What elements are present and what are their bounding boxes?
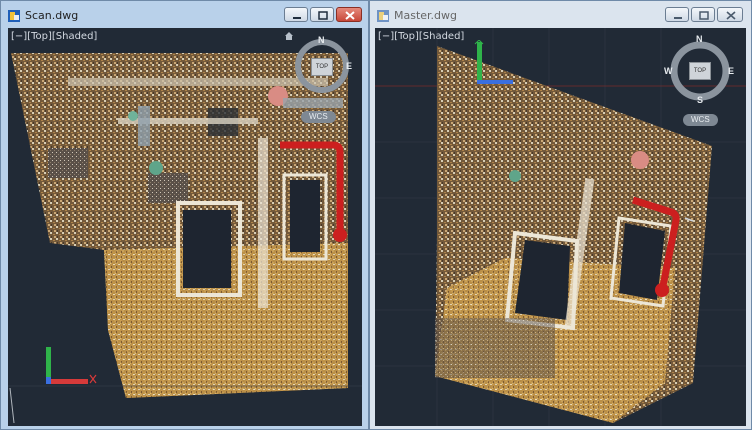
compass-north[interactable]: N [318, 35, 325, 45]
compass-north[interactable]: N [696, 34, 703, 44]
minimize-icon [293, 17, 301, 19]
restore-button[interactable] [691, 7, 715, 22]
close-button[interactable] [717, 7, 743, 22]
window-title: Scan.dwg [25, 9, 79, 22]
scan-viewport[interactable]: [−][Top][Shaded] N E TOP WCS [8, 28, 362, 426]
ucs-axis-icon [46, 347, 97, 384]
minimize-button[interactable] [665, 7, 689, 22]
master-viewport[interactable]: [−][Top][Shaded] N W E S TOP WCS [375, 28, 746, 426]
scan-titlebar[interactable]: Scan.dwg [1, 1, 368, 31]
viewcube-top-face[interactable]: TOP [689, 62, 711, 80]
compass-south[interactable]: S [697, 95, 703, 105]
viewcube[interactable]: N W E S TOP [664, 34, 736, 106]
viewcube[interactable]: N E TOP [291, 35, 353, 97]
compass-east[interactable]: E [728, 66, 734, 76]
minimize-icon [674, 17, 682, 19]
compass-west[interactable]: W [664, 66, 673, 76]
restore-button[interactable] [310, 7, 334, 22]
ucs-axis-icon [474, 40, 513, 84]
close-icon [726, 11, 736, 20]
dwg-file-icon [377, 10, 389, 22]
restore-icon [699, 11, 709, 20]
restore-icon [318, 11, 328, 20]
close-button[interactable] [336, 7, 362, 22]
master-window[interactable]: Master.dwg [−][Top][Shaded] N W E S TOP … [369, 0, 752, 430]
compass-east[interactable]: E [346, 61, 352, 71]
wcs-menu[interactable]: WCS [301, 111, 336, 123]
window-title: Master.dwg [394, 9, 458, 22]
minimize-button[interactable] [284, 7, 308, 22]
dwg-file-icon [8, 10, 20, 22]
viewcube-top-face[interactable]: TOP [311, 58, 333, 76]
scan-window[interactable]: Scan.dwg [−][Top][Shaded] N E TOP WCS [0, 0, 369, 430]
master-titlebar[interactable]: Master.dwg [370, 1, 751, 31]
wcs-menu[interactable]: WCS [683, 114, 718, 126]
close-icon [345, 11, 355, 20]
